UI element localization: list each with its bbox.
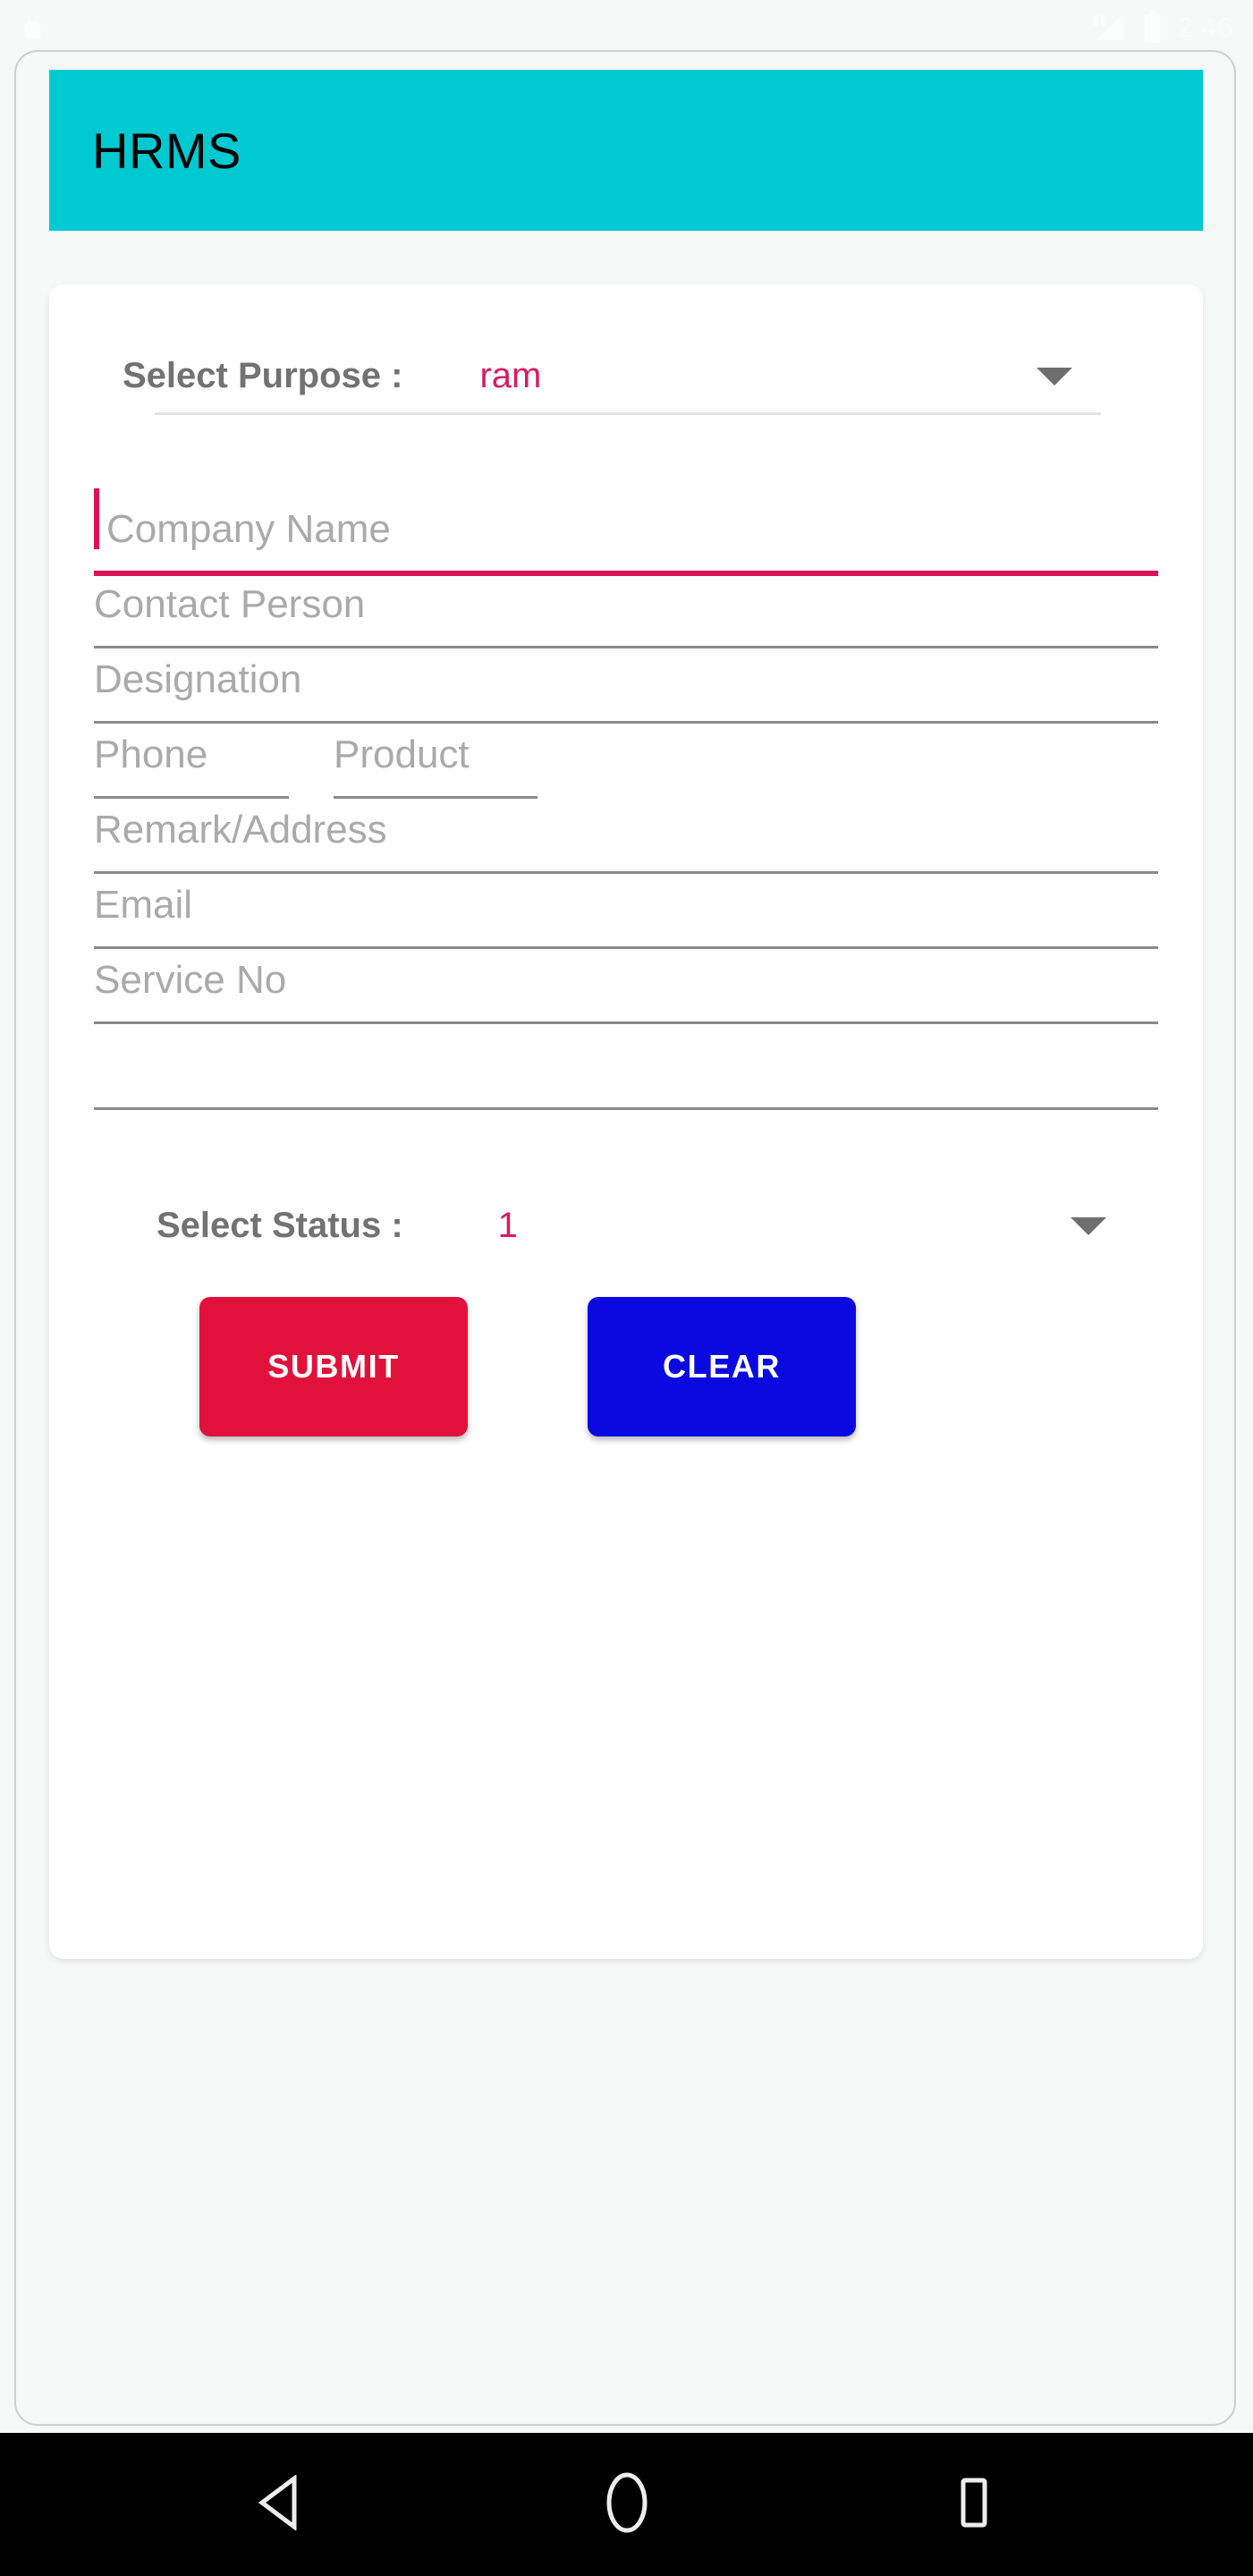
phone-screen: 2:46 HRMS Select Purpose : ram Company N… xyxy=(0,0,1253,2576)
remark-address-field[interactable]: Remark/Address xyxy=(94,800,1158,853)
remark-address-underline xyxy=(94,871,1158,874)
purpose-spinner-underline xyxy=(155,412,1101,415)
android-notification-icon xyxy=(20,13,47,43)
designation-placeholder: Designation xyxy=(94,657,302,701)
contact-person-underline xyxy=(94,646,1158,648)
submit-button[interactable]: SUBMIT xyxy=(199,1297,468,1436)
nav-back-button[interactable] xyxy=(214,2433,348,2576)
app-bar: HRMS xyxy=(49,70,1203,231)
chevron-down-icon[interactable] xyxy=(1037,367,1072,386)
company-name-placeholder: Company Name xyxy=(106,507,391,551)
extra-field[interactable] xyxy=(94,1025,1158,1079)
nav-home-button[interactable] xyxy=(560,2433,694,2576)
purpose-spinner-label: Select Purpose : xyxy=(123,356,403,395)
phone-placeholder: Phone xyxy=(94,733,208,776)
recents-square-icon xyxy=(947,2475,999,2535)
remark-address-placeholder: Remark/Address xyxy=(94,808,387,852)
company-name-field[interactable]: Company Name xyxy=(94,488,1158,553)
chevron-down-icon[interactable] xyxy=(1071,1216,1106,1235)
email-field[interactable]: Email xyxy=(94,875,1158,928)
home-circle-icon xyxy=(601,2471,653,2538)
contact-person-field[interactable]: Contact Person xyxy=(94,574,1158,628)
status-bar: 2:46 xyxy=(0,0,1253,55)
service-no-field[interactable]: Service No xyxy=(94,950,1158,1004)
service-no-underline xyxy=(94,1021,1158,1024)
designation-underline xyxy=(94,721,1158,724)
product-underline xyxy=(334,796,538,799)
form-card: Select Purpose : ram Company Name Contac… xyxy=(49,284,1203,1959)
email-placeholder: Email xyxy=(94,883,193,927)
extra-field-underline xyxy=(94,1107,1158,1110)
signal-bars-icon xyxy=(1092,12,1128,44)
nav-recents-button[interactable] xyxy=(906,2433,1040,2576)
status-spinner[interactable]: Select Status : 1 xyxy=(157,1206,1131,1246)
product-placeholder: Product xyxy=(334,733,470,776)
status-bar-time: 2:46 xyxy=(1177,12,1233,43)
product-field[interactable]: Product xyxy=(334,724,593,778)
app-title: HRMS xyxy=(92,122,241,179)
status-bar-indicators: 2:46 xyxy=(1092,11,1233,45)
phone-underline xyxy=(94,796,289,799)
email-underline xyxy=(94,946,1158,949)
purpose-spinner[interactable]: Select Purpose : ram xyxy=(123,356,1115,396)
designation-field[interactable]: Designation xyxy=(94,649,1158,703)
back-triangle-icon xyxy=(255,2473,307,2535)
status-bar-notifications xyxy=(20,13,47,43)
contact-person-placeholder: Contact Person xyxy=(94,582,366,626)
purpose-spinner-value: ram xyxy=(479,356,542,395)
text-cursor xyxy=(94,488,99,549)
phone-field[interactable]: Phone xyxy=(94,724,326,778)
status-spinner-value: 1 xyxy=(497,1206,518,1245)
android-nav-bar xyxy=(0,2433,1253,2576)
clear-button[interactable]: CLEAR xyxy=(588,1297,856,1436)
status-spinner-label: Select Status : xyxy=(157,1206,403,1245)
battery-icon xyxy=(1142,11,1164,45)
service-no-placeholder: Service No xyxy=(94,958,287,1002)
